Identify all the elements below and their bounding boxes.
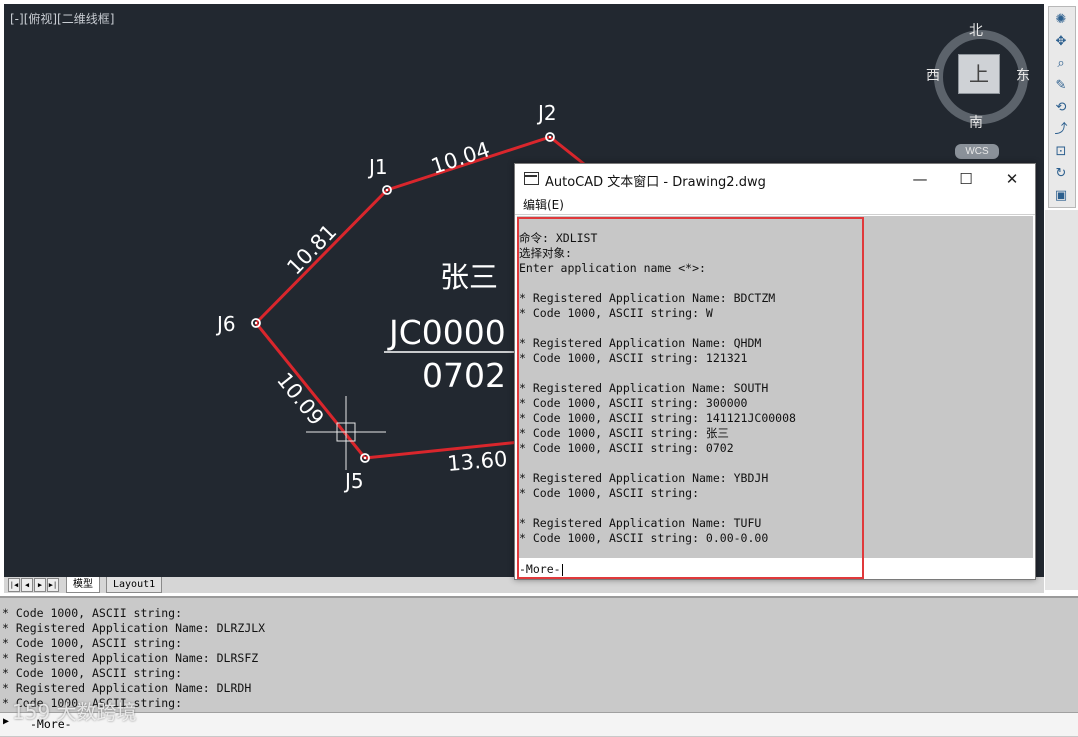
owner-name-text: 张三	[440, 260, 498, 294]
text-window-input[interactable]: -More-	[517, 559, 1033, 577]
compass-west[interactable]: 西	[926, 65, 940, 85]
tw-line: * Code 1000, ASCII string: 张三	[519, 426, 729, 440]
navigation-toolbar: ✺ ✥ ⌕ ✎ ⟲ ⤴ ⊡ ↻ ▣ ✓	[1048, 6, 1076, 225]
close-icon[interactable]: ✕	[997, 168, 1027, 190]
last-tab-icon[interactable]: ▶|	[47, 578, 59, 592]
tw-line	[519, 366, 796, 381]
command-line-window: * Code 1000, ASCII string: * Registered A…	[0, 596, 1078, 737]
tw-line: * Registered Application Name: SOUTH	[519, 381, 769, 395]
viewcube-top-face[interactable]: 上	[958, 54, 1000, 94]
distance-label: 10.81	[282, 220, 341, 280]
boundary-segment	[254, 322, 367, 459]
cmd-line: * Code 1000, ASCII string:	[2, 666, 183, 680]
wcs-menu[interactable]: WCS	[955, 144, 999, 159]
tab-model[interactable]: 模型	[66, 577, 100, 593]
compass-east[interactable]: 东	[1016, 65, 1030, 85]
point-label-j6: J6	[215, 312, 236, 336]
point-label-j2: J2	[536, 101, 557, 125]
tw-line	[519, 276, 796, 291]
cmd-line: * Code 1000, ASCII string:	[2, 606, 183, 620]
parcel-code-text: JC0000	[387, 313, 506, 352]
tw-line: * Registered Application Name: YBDJH	[519, 471, 769, 485]
window-app-icon[interactable]	[524, 172, 539, 185]
tw-line: 命令: XDLIST	[519, 231, 598, 245]
tab-layout1[interactable]: Layout1	[106, 577, 163, 593]
parcel-number-text: 0702	[422, 356, 506, 395]
text-window-menubar: 编辑(E)	[515, 194, 1035, 215]
tw-line	[519, 501, 796, 516]
first-tab-icon[interactable]: |◀	[8, 578, 20, 592]
text-window-lines: 命令: XDLIST 选择对象: Enter application name <*…	[519, 231, 796, 546]
rotate-icon[interactable]: ↻	[1052, 165, 1070, 183]
cmd-line: * Registered Application Name: DLRSFZ	[2, 651, 259, 665]
tw-line: 选择对象:	[519, 246, 572, 260]
prev-tab-icon[interactable]: ◀	[21, 578, 33, 592]
measure-icon[interactable]: ✎	[1052, 77, 1070, 95]
cmd-line: * Registered Application Name: DLRZJLX	[2, 621, 266, 635]
tw-line: * Registered Application Name: BDCTZM	[519, 291, 776, 305]
menu-edit[interactable]: 编辑(E)	[523, 196, 564, 213]
text-window-titlebar[interactable]: AutoCAD 文本窗口 - Drawing2.dwg — ☐ ✕	[515, 164, 1035, 194]
layout-icon[interactable]: ▣	[1052, 187, 1070, 205]
point-label-j5: J5	[343, 469, 364, 493]
tw-line: * Code 1000, ASCII string: 300000	[519, 396, 748, 410]
text-window-title: AutoCAD 文本窗口 - Drawing2.dwg	[545, 175, 766, 190]
tw-line: * Code 1000, ASCII string: 141121JC00008	[519, 411, 796, 425]
cmd-line: * Code 1000, ASCII string:	[2, 636, 183, 650]
cmd-line: * Registered Application Name: DLRDH	[2, 681, 252, 695]
watermark: 159 大数跨境	[12, 700, 137, 724]
maximize-icon[interactable]: ☐	[951, 168, 981, 190]
tw-line: * Code 1000, ASCII string: 121321	[519, 351, 748, 365]
compass-south[interactable]: 南	[969, 112, 983, 132]
tw-line: * Code 1000, ASCII string: 0702	[519, 441, 734, 455]
tw-line	[519, 456, 796, 471]
compass-north[interactable]: 北	[969, 20, 983, 40]
next-tab-icon[interactable]: ▶	[34, 578, 46, 592]
distance-label: 10.04	[428, 137, 493, 178]
right-panel-background	[1045, 210, 1078, 590]
viewcube[interactable]: 北 西 东 南 上 WCS	[924, 18, 1034, 168]
point-label-j1: J1	[367, 155, 388, 179]
zoom-window-icon[interactable]: ⊡	[1052, 143, 1070, 161]
command-input[interactable]: ▶ -More-	[0, 712, 1078, 736]
tw-line: * Code 1000, ASCII string: 0.00-0.00	[519, 531, 769, 545]
minimize-icon[interactable]: —	[905, 168, 935, 190]
command-prompt-icon: ▶	[3, 716, 10, 727]
steeringwheel-icon[interactable]: ✺	[1052, 11, 1070, 29]
text-window-history[interactable]: 命令: XDLIST 选择对象: Enter application name <*…	[517, 216, 1033, 558]
zoom-icon[interactable]: ⌕	[1052, 55, 1070, 73]
tw-line: * Registered Application Name: QHDM	[519, 336, 762, 350]
tw-line: * Code 1000, ASCII string:	[519, 486, 700, 500]
tw-line: * Registered Application Name: TUFU	[519, 516, 762, 530]
autocad-text-window[interactable]: AutoCAD 文本窗口 - Drawing2.dwg — ☐ ✕ 编辑(E) …	[514, 163, 1036, 580]
more-prompt: -More-	[519, 562, 561, 576]
tw-line: Enter application name <*>:	[519, 261, 706, 275]
tw-line	[519, 321, 796, 336]
curve-icon[interactable]: ⤴	[1052, 121, 1070, 139]
distance-label: 13.60	[446, 447, 508, 476]
orbit-icon[interactable]: ⟲	[1052, 99, 1070, 117]
boundary-segment	[549, 135, 585, 166]
pan-icon[interactable]: ✥	[1052, 33, 1070, 51]
tw-line: * Code 1000, ASCII string: W	[519, 306, 713, 320]
point-marker-j6	[251, 318, 261, 328]
text-cursor	[561, 563, 563, 576]
